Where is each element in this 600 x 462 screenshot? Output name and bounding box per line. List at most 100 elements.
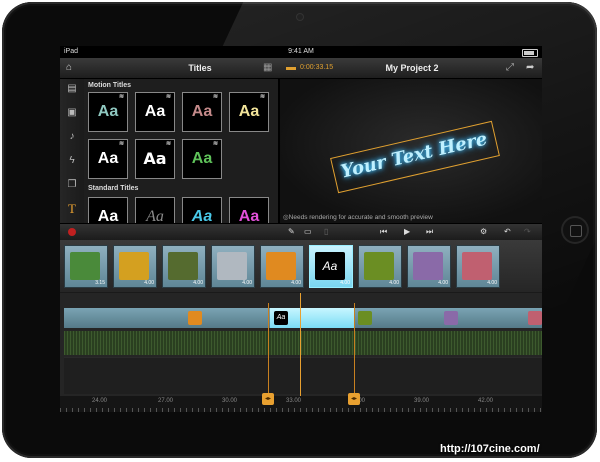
standard-title-tile[interactable]: Aa	[229, 197, 269, 223]
storyboard-clip[interactable]: 4.00	[113, 245, 157, 288]
time-ruler[interactable]: 24.00 27.00 30.00 33.00 36.00 39.00 42.0…	[60, 396, 542, 412]
music-note-icon[interactable]: ♪	[60, 131, 84, 142]
play-icon[interactable]: ▶	[404, 224, 410, 240]
motion-waves-icon: ≋	[212, 94, 218, 100]
wrench-icon[interactable]: ✎	[288, 224, 295, 240]
ruler-label: 27.00	[158, 398, 174, 404]
motion-title-tile[interactable]: ≋ Aa	[135, 139, 175, 179]
tile-sample: Aa	[143, 149, 167, 168]
motion-title-tile[interactable]: ≋ Aa	[229, 92, 269, 132]
empty-audio-track[interactable]	[64, 357, 542, 394]
playhead[interactable]	[300, 293, 301, 408]
motion-title-tile[interactable]: ≋ Aa	[182, 92, 222, 132]
fullscreen-icon[interactable]: ⤢	[506, 58, 514, 78]
standard-title-tile[interactable]: Aa	[135, 197, 175, 223]
storyboard-clip[interactable]: 4.00	[456, 245, 500, 288]
tile-sample: Aa	[97, 103, 119, 120]
standard-titles-label: Standard Titles	[88, 185, 139, 192]
redo-icon[interactable]: ↷	[524, 224, 531, 240]
motion-title-tile[interactable]: ≋ Aa	[135, 92, 175, 132]
clip-duration: 4.00	[193, 280, 203, 286]
home-button[interactable]	[561, 216, 589, 244]
lightning-icon[interactable]: ϟ	[60, 155, 84, 166]
ruler-label: 39.00	[414, 398, 430, 404]
storyboard-clip[interactable]: 4.00	[260, 245, 304, 288]
clip-duration: 4.00	[389, 280, 399, 286]
storyboard-clip[interactable]: 3.15	[64, 245, 108, 288]
motion-waves-icon: ≋	[212, 141, 218, 147]
tile-sample: Aa	[144, 103, 166, 120]
undo-icon[interactable]: ↶	[504, 224, 511, 240]
ruler-label: 42.00	[478, 398, 494, 404]
tile-sample: Aa	[191, 208, 213, 223]
photo-icon[interactable]: ▣	[60, 107, 84, 118]
playback-controls: ✎ ▭ ▯ ⏮ ▶ ⏭ ⚙ ↶ ↷	[60, 223, 542, 241]
storyboard-clip[interactable]: 4.00	[407, 245, 451, 288]
clip-thumbnail	[119, 252, 149, 280]
clip-thumbnail	[462, 252, 492, 280]
watermark: http://107cine.com/	[440, 443, 540, 455]
video-preview[interactable]: Your Text Here ◎Needs rendering for accu…	[280, 79, 542, 223]
trim-handle-right[interactable]: ◂▸	[348, 393, 360, 405]
clapper-icon[interactable]: ▤	[60, 83, 84, 94]
home-icon[interactable]: ⌂	[66, 58, 72, 78]
clip-duration: 4.00	[438, 280, 448, 286]
tile-sample: Aa	[97, 208, 119, 223]
trim-icon[interactable]: ▭	[304, 224, 312, 240]
grid-icon[interactable]: ▦	[263, 58, 272, 78]
trim-guide-right	[354, 303, 355, 393]
ipad-frame: iPad 9:41 AM ⌂ Titles ▦ ▬ 0:00:33.15 My …	[2, 2, 597, 458]
ruler-label: 24.00	[92, 398, 108, 404]
tile-sample: Aa	[191, 150, 213, 167]
clock: 9:41 AM	[288, 48, 314, 55]
timecode: 0:00:33.15	[300, 64, 334, 71]
standard-title-tile[interactable]: Aa	[88, 197, 128, 223]
top-toolbar: ⌂ Titles ▦ ▬ 0:00:33.15 My Project 2 ⤢ ➦	[60, 58, 542, 79]
storyboard-clip[interactable]: 4.00	[358, 245, 402, 288]
track-thumbnail	[358, 311, 372, 325]
standard-title-tile[interactable]: Aa	[182, 197, 222, 223]
clip-duration: 4.00	[487, 280, 497, 286]
clip-thumbnail	[266, 252, 296, 280]
stack-icon[interactable]: ❐	[60, 179, 84, 190]
tile-sample: Aa	[97, 150, 119, 167]
audio-waveform-track[interactable]	[64, 331, 542, 355]
tile-sample: Aa	[238, 208, 260, 223]
track-thumbnail	[528, 311, 542, 325]
track-thumbnail	[444, 311, 458, 325]
film-icon[interactable]: ▬	[286, 58, 296, 78]
record-icon[interactable]	[68, 228, 76, 236]
motion-title-tile[interactable]: ≋ Aa	[182, 139, 222, 179]
motion-titles-label: Motion Titles	[88, 82, 132, 89]
trim-handle-left[interactable]: ◂▸	[262, 393, 274, 405]
motion-title-tile[interactable]: ≋ Aa	[88, 139, 128, 179]
status-bar: iPad 9:41 AM	[60, 46, 542, 58]
motion-waves-icon: ≋	[165, 141, 171, 147]
clip-duration: 4.00	[242, 280, 252, 286]
storyboard: 3.15 4.00 4.00 4.00 4.00 Aa 4.00 4.00 4.0…	[60, 240, 542, 292]
clip-thumbnail: Aa	[315, 252, 345, 280]
storyboard-clip[interactable]: 4.00	[211, 245, 255, 288]
timeline[interactable]: Aa 24.00 27.00 30.00 33.00 36.00 39.00 4…	[60, 293, 542, 412]
motion-title-tile[interactable]: ≋ Aa	[88, 92, 128, 132]
rewind-icon[interactable]: ⏮	[380, 224, 387, 240]
trash-icon[interactable]: ▯	[324, 224, 328, 240]
clip-duration: 4.00	[340, 280, 350, 286]
project-title: My Project 2	[385, 63, 439, 73]
text-T-icon[interactable]: T	[60, 201, 84, 217]
clip-thumbnail	[217, 252, 247, 280]
fast-forward-icon[interactable]: ⏭	[426, 224, 433, 240]
titles-panel: Motion Titles ≋ Aa ≋ Aa ≋ Aa ≋ Aa ≋ Aa ≋ Aa ≋ A…	[84, 79, 278, 223]
panel-title: Titles	[188, 63, 212, 73]
clip-thumbnail	[168, 252, 198, 280]
settings-icon[interactable]: ⚙	[480, 224, 487, 240]
storyboard-title-clip[interactable]: Aa 4.00	[309, 245, 353, 288]
camera	[297, 14, 303, 20]
clip-thumbnail	[70, 252, 100, 280]
share-icon[interactable]: ➦	[526, 58, 534, 78]
storyboard-clip[interactable]: 4.00	[162, 245, 206, 288]
video-track[interactable]: Aa	[64, 308, 542, 328]
motion-waves-icon: ≋	[118, 141, 124, 147]
clip-thumbnail	[364, 252, 394, 280]
render-note-text: Needs rendering for accurate and smooth …	[288, 214, 433, 221]
